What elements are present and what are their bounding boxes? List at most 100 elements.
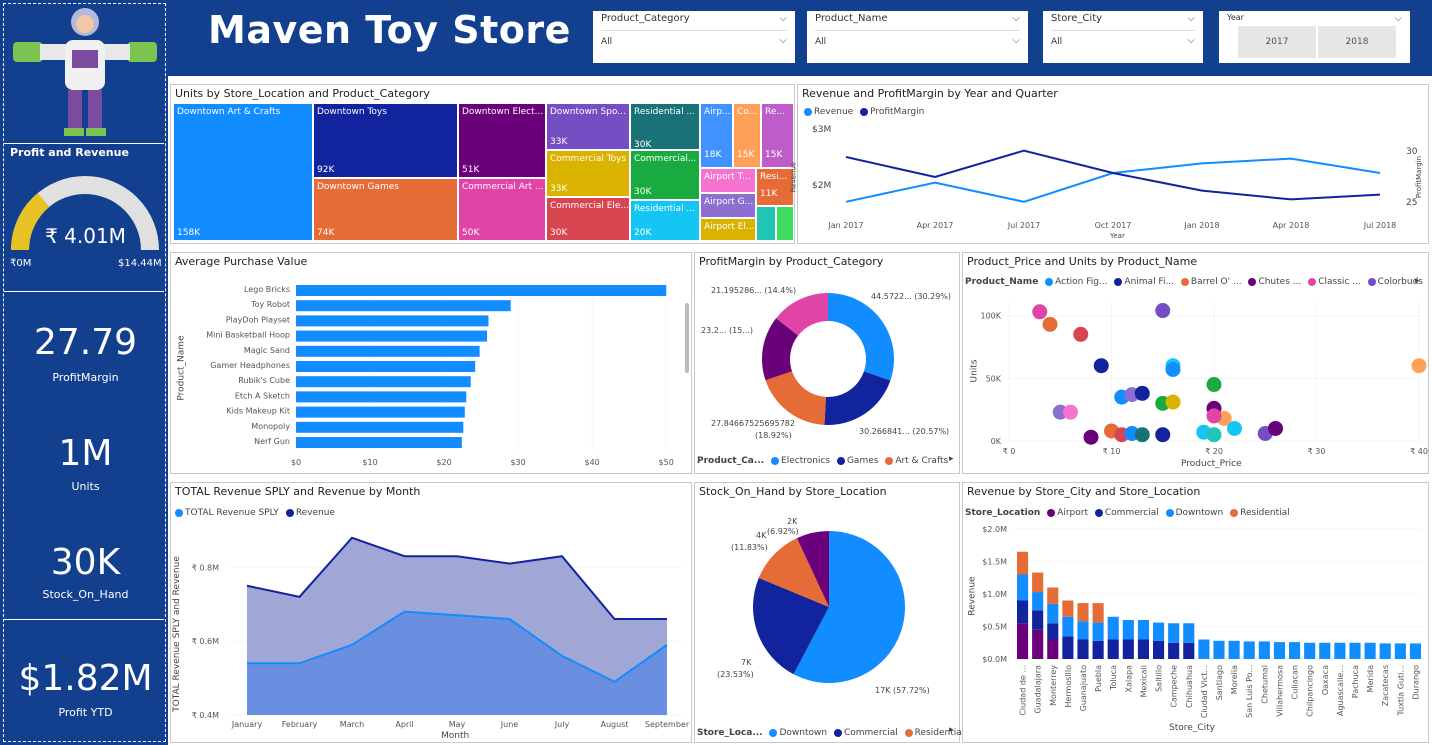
treemap-cell[interactable]: Residential ... 30K [630, 103, 700, 150]
treemap-cell[interactable]: Residential ... 20K [630, 200, 700, 241]
stacked-bar-segment [1077, 639, 1089, 659]
x-tick-label: $10 [362, 458, 377, 467]
x-tick-label: March [340, 720, 364, 729]
slicer-product-category[interactable]: Product_Category ⌵ All ⌵ [593, 11, 795, 63]
separator [4, 619, 164, 620]
treemap-cell[interactable]: Commercial Art ... 50K [458, 178, 546, 241]
slicer-product-name[interactable]: Product_Name ⌵ All ⌵ [807, 11, 1028, 63]
chevron-down-icon[interactable]: ⌵ [1012, 13, 1020, 24]
stacked-bar-segment [1213, 640, 1225, 659]
pie-legend: Store_Loca... Downtown Commercial Reside… [697, 728, 964, 738]
bar [296, 406, 465, 418]
slicer-value[interactable]: All [1051, 30, 1195, 47]
stacked-bar-segment [1047, 587, 1059, 604]
year-option-2017[interactable]: 2017 [1238, 26, 1316, 58]
category-label: Saltillo [1155, 665, 1164, 692]
page-title: Maven Toy Store [208, 8, 571, 52]
slicer-store-city[interactable]: Store_City ⌵ All ⌵ [1043, 11, 1203, 63]
scatter-xlabel: Product_Price [1181, 459, 1242, 469]
scatter-point [1268, 420, 1283, 436]
donut-slice [824, 371, 891, 425]
treemap-cell[interactable]: Airport El... [700, 218, 756, 241]
category-label: Zacatecas [1381, 665, 1390, 706]
chevron-down-icon[interactable]: ⌵ [1394, 13, 1402, 24]
treemap-cell[interactable]: Commercial Toys 33K [546, 150, 630, 197]
stacked-bar-segment [1017, 623, 1029, 659]
treemap-cell-label: Downtown Toys [317, 107, 387, 117]
y-tick-label: $1.5M [982, 558, 1007, 567]
legend-next-icon[interactable]: ▸ [949, 725, 954, 735]
scrollbar[interactable] [685, 303, 689, 373]
year-option-2018[interactable]: 2018 [1318, 26, 1396, 58]
stacked-bar-segment [1304, 642, 1316, 659]
treemap-cell-label: Downtown Art & Crafts [177, 107, 281, 117]
separator [4, 143, 164, 144]
x-tick-label: $30 [510, 458, 525, 467]
series-line-1 [845, 149, 1381, 201]
chevron-down-icon[interactable]: ⌵ [1012, 35, 1020, 46]
treemap-cell[interactable]: Airp... 18K [700, 103, 733, 168]
stacked-bar-segment [1092, 640, 1104, 659]
stacked-bar-segment [1107, 616, 1119, 640]
treemap-cell[interactable]: Re... 15K [761, 103, 794, 168]
scatter-point [1032, 304, 1048, 320]
slicer-year[interactable]: Year ⌵ 2017 2018 [1219, 11, 1410, 63]
legend-item: Art & Crafts [895, 456, 949, 466]
treemap-cell-value: 11K [760, 189, 778, 199]
treemap-cell[interactable]: Downtown Elect... 51K [458, 103, 546, 178]
treemap-panel: Units by Store_Location and Product_Cate… [170, 84, 795, 244]
donut-label: (18.92%) [755, 431, 792, 440]
slicer-value[interactable]: All [601, 30, 787, 47]
legend-marker [885, 456, 894, 465]
treemap-title: Units by Store_Location and Product_Cate… [175, 87, 430, 100]
treemap-cell-value: 15K [737, 150, 755, 160]
bar [296, 376, 471, 388]
treemap-cell[interactable]: Co... 15K [733, 103, 761, 168]
treemap-cell[interactable]: Airport T... [700, 168, 756, 193]
treemap-cell[interactable]: Downtown Games 74K [313, 178, 458, 241]
profit-margin-value: 27.79 [33, 322, 138, 363]
treemap-cell-label: Airport G... [704, 197, 754, 207]
legend-item: Downtown [779, 728, 828, 738]
treemap-cell[interactable]: Commercial Ele... 30K [546, 197, 630, 241]
treemap-cell[interactable] [776, 206, 794, 241]
legend-next-icon[interactable]: ▸ [949, 454, 954, 464]
treemap-cell[interactable] [756, 206, 776, 241]
treemap-cell-value: 15K [765, 150, 783, 160]
series-line-0 [845, 157, 1381, 203]
stacked-bar-segment [1032, 610, 1044, 630]
chevron-down-icon[interactable]: ⌵ [1187, 13, 1195, 24]
y-tick-label: ₹ 0.8M [192, 563, 219, 572]
stacked-bar-segment [1364, 642, 1376, 659]
chevron-down-icon[interactable]: ⌵ [779, 35, 787, 46]
treemap-cell[interactable]: Commercial... 30K [630, 150, 700, 200]
treemap-cell[interactable]: Downtown Art & Crafts 158K [173, 103, 313, 241]
bar [296, 345, 480, 357]
treemap-cell-value: 74K [317, 228, 335, 238]
treemap-cell-value: 51K [462, 165, 480, 175]
gauge-max: $14.44M [118, 258, 162, 269]
donut-label: 44.5722... (30.29%) [871, 292, 951, 301]
category-label: Culiacan [1291, 665, 1300, 699]
treemap-cell-value: 30K [634, 140, 652, 150]
chevron-down-icon[interactable]: ⌵ [1187, 35, 1195, 46]
category-label: Aguascalie... [1336, 665, 1345, 716]
stacked-bar-segment [1168, 623, 1180, 643]
chevron-down-icon[interactable]: ⌵ [779, 13, 787, 24]
treemap-cell[interactable]: Downtown Spo... 33K [546, 103, 630, 150]
treemap-cell-label: Resi... [760, 172, 788, 182]
treemap-cell[interactable]: Airport G... [700, 193, 756, 218]
scatter-point [1411, 358, 1427, 374]
scatter-chart: 100K 50K 0K₹ 0 ₹ 10 ₹ 20 ₹ 30 ₹ 40 [980, 303, 1428, 456]
left-sidebar: Profit and Revenue ₹ 4.01M ₹0M $14.44M 2… [0, 0, 168, 745]
donut-label: 23.2... (15...) [701, 326, 754, 335]
treemap-cell[interactable]: Downtown Toys 92K [313, 103, 458, 178]
bar [296, 285, 667, 296]
line-left-tick: $3M [812, 125, 832, 135]
x-tick-label: ₹ 0 [1003, 447, 1016, 456]
pie-label: 2K [787, 517, 798, 526]
stacked-bar-segment [1077, 603, 1089, 622]
stacked-bar-segment [1122, 639, 1134, 659]
treemap-cell-label: Downtown Elect... [462, 107, 544, 117]
slicer-value[interactable]: All [815, 30, 1020, 47]
